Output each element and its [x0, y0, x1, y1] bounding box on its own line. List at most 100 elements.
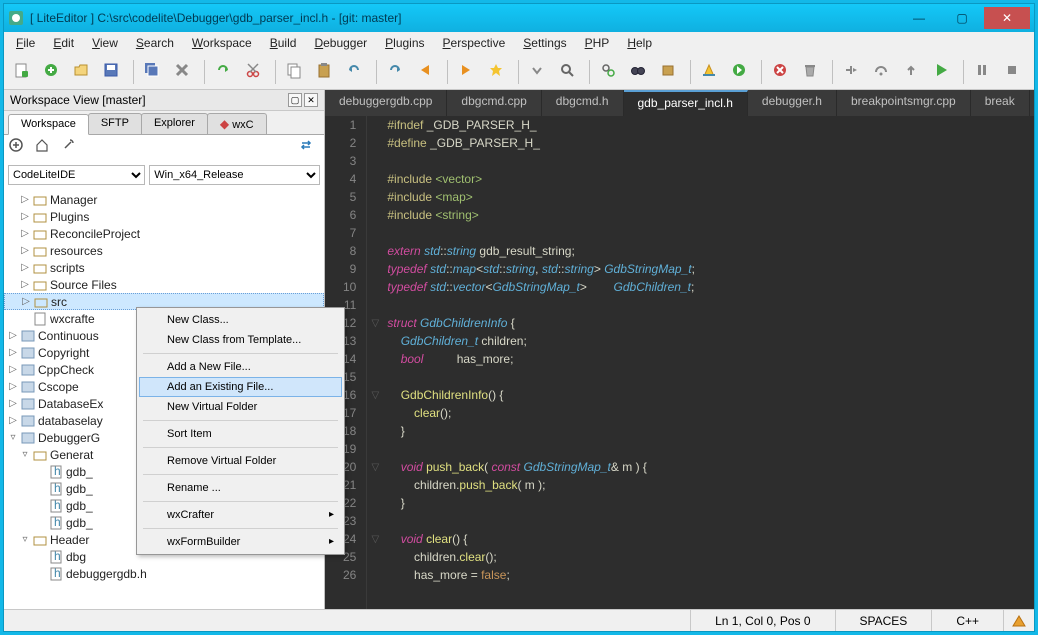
fold-marker[interactable] — [367, 242, 383, 260]
tree-arrow-icon[interactable]: ▷ — [8, 398, 18, 409]
tree-arrow-icon[interactable]: ▿ — [8, 432, 18, 443]
find-replace-icon[interactable] — [597, 59, 623, 85]
binocular-icon[interactable] — [627, 59, 653, 85]
fold-marker[interactable] — [367, 494, 383, 512]
tree-item[interactable]: ▷resources — [4, 242, 324, 259]
bookmark-icon[interactable] — [485, 59, 511, 85]
fold-marker[interactable] — [367, 170, 383, 188]
fold-marker[interactable] — [367, 566, 383, 584]
menu-settings[interactable]: Settings — [515, 34, 574, 52]
editor-tab[interactable]: dbgcmd.cpp — [447, 90, 541, 116]
open-icon[interactable] — [70, 59, 96, 85]
workspace-maximize-icon[interactable]: ▢ — [288, 93, 302, 107]
tree-arrow-icon[interactable]: ▷ — [8, 415, 18, 426]
fold-marker[interactable] — [367, 224, 383, 242]
menu-search[interactable]: Search — [128, 34, 182, 52]
stop-icon[interactable] — [1001, 59, 1027, 85]
pause-icon[interactable] — [971, 59, 997, 85]
status-spaces[interactable]: SPACES — [835, 610, 932, 631]
tree-item[interactable]: ▷ReconcileProject — [4, 225, 324, 242]
fold-marker[interactable] — [367, 512, 383, 530]
fold-marker[interactable] — [367, 188, 383, 206]
tree-item[interactable]: ▷Source Files — [4, 276, 324, 293]
menu-perspective[interactable]: Perspective — [435, 34, 514, 52]
tree-arrow-icon[interactable]: ▿ — [20, 449, 30, 460]
menu-view[interactable]: View — [84, 34, 126, 52]
redo2-icon[interactable] — [384, 59, 410, 85]
tree-arrow-icon[interactable]: ▷ — [8, 330, 18, 341]
status-warning-icon[interactable] — [1003, 610, 1034, 631]
step-icon[interactable] — [840, 59, 866, 85]
tree-arrow-icon[interactable]: ▷ — [20, 279, 30, 290]
back-icon[interactable] — [414, 59, 440, 85]
fwd-icon[interactable] — [455, 59, 481, 85]
minimize-button[interactable]: — — [898, 7, 940, 29]
add-icon[interactable] — [8, 137, 30, 159]
workspace-tab-explorer[interactable]: Explorer — [141, 113, 208, 134]
home-icon[interactable] — [34, 137, 56, 159]
tree-arrow-icon[interactable]: ▷ — [20, 194, 30, 205]
stop-red-icon[interactable] — [769, 59, 795, 85]
menu-debugger[interactable]: Debugger — [306, 34, 375, 52]
undo-icon[interactable] — [343, 59, 369, 85]
tree-item[interactable]: hdebuggergdb.h — [4, 565, 324, 582]
fold-marker[interactable] — [367, 548, 383, 566]
context-menu-item[interactable]: wxFormBuilder — [139, 532, 342, 552]
close-icon[interactable] — [171, 59, 197, 85]
fold-marker[interactable] — [367, 296, 383, 314]
wrench-icon[interactable] — [60, 137, 82, 159]
editor-tab[interactable]: breakpointsmgr.cpp — [837, 90, 971, 116]
find-icon[interactable] — [556, 59, 582, 85]
copy-icon[interactable] — [283, 59, 309, 85]
tree-arrow-icon[interactable]: ▷ — [21, 296, 31, 307]
fold-marker[interactable] — [367, 350, 383, 368]
workspace-tab-workspace[interactable]: Workspace — [8, 114, 89, 135]
fold-marker[interactable] — [367, 404, 383, 422]
cut-icon[interactable] — [242, 59, 268, 85]
play-icon[interactable] — [930, 59, 956, 85]
code-text[interactable]: #ifndef _GDB_PARSER_H_#define _GDB_PARSE… — [383, 116, 1034, 609]
menu-build[interactable]: Build — [262, 34, 305, 52]
editor-tab[interactable]: dbgcmd.h — [542, 90, 624, 116]
fold-marker[interactable] — [367, 368, 383, 386]
editor-tab[interactable]: debugger.h — [748, 90, 837, 116]
menu-file[interactable]: File — [8, 34, 43, 52]
menu-workspace[interactable]: Workspace — [184, 34, 260, 52]
context-menu-item[interactable]: Add a New File... — [139, 357, 342, 377]
redo-icon[interactable] — [212, 59, 238, 85]
context-menu-item[interactable]: New Virtual Folder — [139, 397, 342, 417]
maximize-button[interactable]: ▢ — [941, 7, 983, 29]
fold-marker[interactable] — [367, 206, 383, 224]
tree-arrow-icon[interactable]: ▷ — [20, 211, 30, 222]
workspace-close-icon[interactable]: ✕ — [304, 93, 318, 107]
fold-marker[interactable]: ▽ — [367, 530, 383, 548]
fold-marker[interactable]: ▽ — [367, 458, 383, 476]
bookmark-down-icon[interactable] — [526, 59, 552, 85]
context-menu-item[interactable]: New Class... — [139, 310, 342, 330]
fold-marker[interactable] — [367, 152, 383, 170]
link-icon[interactable] — [298, 137, 320, 159]
tree-arrow-icon[interactable]: ▷ — [8, 381, 18, 392]
fold-marker[interactable] — [367, 116, 383, 134]
project-select[interactable]: CodeLiteIDE — [8, 165, 145, 185]
status-language[interactable]: C++ — [931, 610, 1003, 631]
step-over-icon[interactable] — [870, 59, 896, 85]
save-all-icon[interactable] — [141, 59, 167, 85]
fold-marker[interactable]: ▽ — [367, 314, 383, 332]
workspace-tab-wxc[interactable]: ◆ wxC — [207, 113, 267, 134]
fold-marker[interactable] — [367, 422, 383, 440]
trash-icon[interactable] — [799, 59, 825, 85]
context-menu-item[interactable]: Rename ... — [139, 478, 342, 498]
new-file-icon[interactable] — [10, 59, 36, 85]
context-menu-item[interactable]: Remove Virtual Folder — [139, 451, 342, 471]
tree-item[interactable]: ▷Plugins — [4, 208, 324, 225]
tree-arrow-icon[interactable]: ▷ — [20, 245, 30, 256]
code-view[interactable]: 1234567891011121314151617181920212223242… — [325, 116, 1034, 609]
fold-marker[interactable] — [367, 134, 383, 152]
fold-marker[interactable] — [367, 278, 383, 296]
close-button[interactable]: ✕ — [984, 7, 1030, 29]
context-menu-item[interactable]: wxCrafter — [139, 505, 342, 525]
editor-tab[interactable]: gdb_parser_incl.h — [624, 90, 748, 116]
save-icon[interactable] — [100, 59, 126, 85]
step-out-icon[interactable] — [900, 59, 926, 85]
